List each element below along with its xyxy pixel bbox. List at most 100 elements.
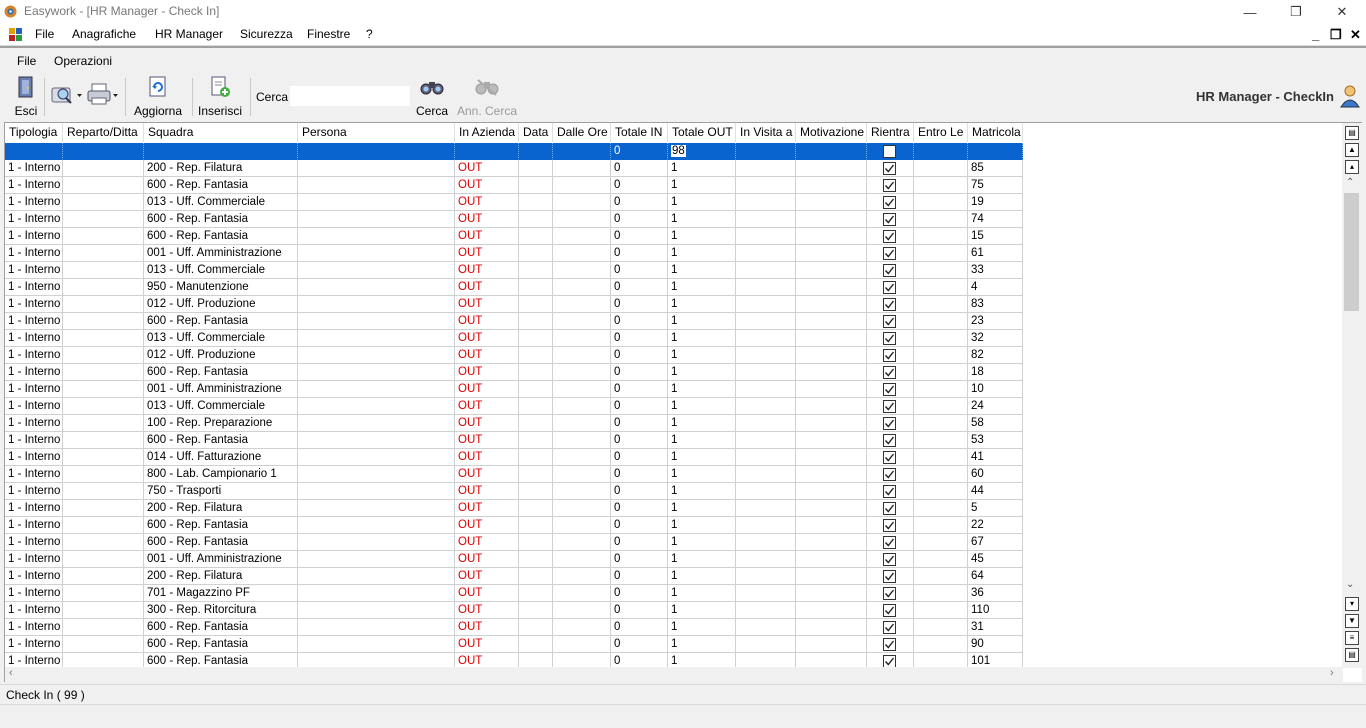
cell-in-azienda[interactable]: OUT — [455, 517, 519, 534]
cell-totale-out[interactable]: 1 — [668, 517, 736, 534]
cell-squadra[interactable]: 013 - Uff. Commerciale — [144, 262, 298, 279]
mdi-child-icon[interactable] — [9, 28, 23, 42]
cell-totale-in[interactable]: 0 — [611, 177, 668, 194]
cell-reparto[interactable] — [63, 262, 144, 279]
cell-tipologia[interactable]: 1 - Interno — [5, 160, 63, 177]
cell-in-visita[interactable] — [736, 279, 796, 296]
inserisci-button[interactable]: Inserisci — [196, 74, 244, 118]
rientra-checkbox[interactable] — [883, 536, 896, 549]
cell-entro-le[interactable] — [914, 449, 968, 466]
cell-squadra[interactable]: 600 - Rep. Fantasia — [144, 432, 298, 449]
cell-entro-le[interactable] — [914, 279, 968, 296]
cell-persona[interactable] — [298, 364, 455, 381]
cell-tipologia[interactable]: 1 - Interno — [5, 568, 63, 585]
rientra-checkbox[interactable] — [883, 332, 896, 345]
cell-in-visita[interactable] — [736, 262, 796, 279]
cell-dalle-ore[interactable] — [553, 143, 611, 160]
cell-dalle-ore[interactable] — [553, 602, 611, 619]
cell-reparto[interactable] — [63, 517, 144, 534]
aggiorna-button[interactable]: Aggiorna — [130, 74, 186, 118]
cell-reparto[interactable] — [63, 279, 144, 296]
cell-dalle-ore[interactable] — [553, 398, 611, 415]
scroll-right-icon[interactable]: › — [1330, 667, 1334, 679]
cell-squadra[interactable]: 950 - Manutenzione — [144, 279, 298, 296]
cell-entro-le[interactable] — [914, 194, 968, 211]
table-row[interactable]: 1 - Interno 013 - Uff. Commerciale OUT 0 1 19 — [5, 194, 1023, 211]
cell-tipologia[interactable]: 1 - Interno — [5, 466, 63, 483]
cell-rientra[interactable] — [867, 296, 914, 313]
cell-totale-out[interactable]: 1 — [668, 262, 736, 279]
cell-reparto[interactable] — [63, 602, 144, 619]
cell-in-azienda[interactable]: OUT — [455, 177, 519, 194]
table-row[interactable]: 1 - Interno 600 - Rep. Fantasia OUT 0 1 75 — [5, 177, 1023, 194]
rientra-checkbox[interactable] — [883, 468, 896, 481]
print-button[interactable] — [84, 80, 120, 110]
cell-in-visita[interactable] — [736, 619, 796, 636]
cell-persona[interactable] — [298, 245, 455, 262]
cell-entro-le[interactable] — [914, 466, 968, 483]
cell-motivazione[interactable] — [796, 466, 867, 483]
cell-persona[interactable] — [298, 568, 455, 585]
cell-entro-le[interactable] — [914, 245, 968, 262]
cell-squadra[interactable]: 013 - Uff. Commerciale — [144, 330, 298, 347]
rientra-checkbox[interactable] — [883, 145, 896, 158]
cell-squadra[interactable]: 013 - Uff. Commerciale — [144, 194, 298, 211]
rientra-checkbox[interactable] — [883, 417, 896, 430]
cell-squadra[interactable]: 600 - Rep. Fantasia — [144, 534, 298, 551]
cell-reparto[interactable] — [63, 534, 144, 551]
cell-in-visita[interactable] — [736, 551, 796, 568]
cell-in-azienda[interactable]: OUT — [455, 585, 519, 602]
cell-data[interactable] — [519, 245, 553, 262]
cell-matricola[interactable]: 58 — [968, 415, 1023, 432]
cell-in-azienda[interactable] — [455, 143, 519, 160]
cell-persona[interactable] — [298, 194, 455, 211]
cell-dalle-ore[interactable] — [553, 619, 611, 636]
cell-in-azienda[interactable]: OUT — [455, 551, 519, 568]
cell-reparto[interactable] — [63, 398, 144, 415]
cell-in-visita[interactable] — [736, 585, 796, 602]
cell-motivazione[interactable] — [796, 160, 867, 177]
child-menu-file[interactable]: File — [17, 54, 36, 68]
cell-totale-out[interactable]: 1 — [668, 619, 736, 636]
cell-rientra[interactable] — [867, 160, 914, 177]
vertical-scrollbar[interactable]: ▤ ▲ ▴ ⌃ ⌄ ▾ ▼ ≡ ▤ — [1342, 123, 1362, 668]
cell-in-visita[interactable] — [736, 364, 796, 381]
rientra-checkbox[interactable] — [883, 485, 896, 498]
cell-data[interactable] — [519, 432, 553, 449]
rientra-checkbox[interactable] — [883, 315, 896, 328]
scroll-thumb[interactable] — [1344, 193, 1359, 311]
scroll-down-icon[interactable]: ⌄ — [1346, 579, 1354, 590]
table-row[interactable]: 1 - Interno 600 - Rep. Fantasia OUT 0 1 74 — [5, 211, 1023, 228]
cell-rientra[interactable] — [867, 194, 914, 211]
cell-data[interactable] — [519, 483, 553, 500]
cell-in-visita[interactable] — [736, 194, 796, 211]
cell-in-visita[interactable] — [736, 568, 796, 585]
cell-data[interactable] — [519, 160, 553, 177]
cell-motivazione[interactable] — [796, 551, 867, 568]
column-header-in-azienda[interactable]: In Azienda — [455, 123, 519, 142]
last-record-icon[interactable]: ▼ — [1345, 614, 1359, 628]
cell-dalle-ore[interactable] — [553, 551, 611, 568]
cell-data[interactable] — [519, 568, 553, 585]
cell-rientra[interactable] — [867, 364, 914, 381]
table-row[interactable]: 1 - Interno 300 - Rep. Ritorcitura OUT 0 1 11… — [5, 602, 1023, 619]
cell-rientra[interactable] — [867, 619, 914, 636]
cell-motivazione[interactable] — [796, 415, 867, 432]
cell-data[interactable] — [519, 211, 553, 228]
cell-totale-in[interactable]: 0 — [611, 449, 668, 466]
cell-rientra[interactable] — [867, 228, 914, 245]
cell-rientra[interactable] — [867, 483, 914, 500]
cell-data[interactable] — [519, 415, 553, 432]
ann-cerca-button[interactable]: Ann. Cerca — [456, 74, 518, 118]
cell-data[interactable] — [519, 551, 553, 568]
rientra-checkbox[interactable] — [883, 519, 896, 532]
cell-tipologia[interactable]: 1 - Interno — [5, 296, 63, 313]
cell-persona[interactable] — [298, 534, 455, 551]
cell-totale-out[interactable]: 1 — [668, 585, 736, 602]
cell-squadra[interactable]: 600 - Rep. Fantasia — [144, 619, 298, 636]
menu-hr-manager[interactable]: HR Manager — [155, 27, 223, 41]
cell-entro-le[interactable] — [914, 432, 968, 449]
cell-entro-le[interactable] — [914, 415, 968, 432]
cell-in-azienda[interactable]: OUT — [455, 296, 519, 313]
cell-totale-out[interactable]: 1 — [668, 330, 736, 347]
